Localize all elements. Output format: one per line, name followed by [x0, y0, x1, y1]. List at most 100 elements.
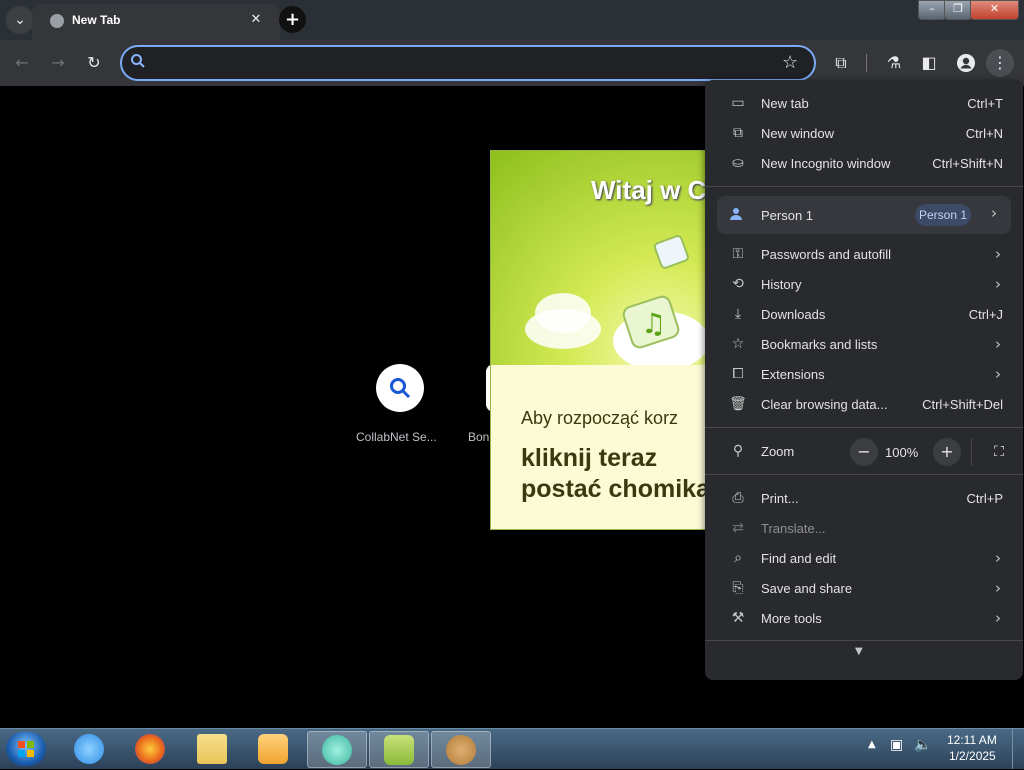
- new-tab-button[interactable]: +: [279, 6, 306, 33]
- popup-text: Aby rozpocząć korz: [521, 408, 679, 428]
- zoom-out-button[interactable]: −: [850, 438, 878, 466]
- menu-item-label: Passwords and autofill: [761, 247, 892, 262]
- menu-item-print[interactable]: ⎙ Print... Ctrl+P: [705, 484, 1023, 514]
- popup-cta-line: postać chomika: [521, 475, 710, 503]
- menu-item-label: New Incognito window: [761, 156, 891, 171]
- chevron-down-icon: ⌄: [14, 12, 26, 28]
- shortcut-tile[interactable]: [376, 364, 424, 412]
- menu-expand-icon[interactable]: ▼: [855, 646, 863, 657]
- trash-icon: 🗑: [729, 396, 747, 412]
- menu-divider: [705, 640, 1023, 641]
- menu-item-translate: ⇄ Translate...: [705, 514, 1023, 544]
- clock-time[interactable]: 12:11 AM: [947, 733, 997, 747]
- profile-avatar-icon[interactable]: [952, 49, 980, 77]
- menu-divider: [705, 186, 1023, 187]
- menu-item-label: Extensions: [761, 367, 825, 382]
- shortcut-label: CollabNet Se...: [356, 430, 437, 444]
- address-input[interactable]: [156, 49, 760, 79]
- menu-item-find-and-edit[interactable]: ⌕ Find and edit ›: [705, 544, 1023, 574]
- puzzle-icon: ⧠: [732, 366, 744, 382]
- app-icon: [322, 734, 352, 765]
- maximize-button[interactable]: ❐: [944, 0, 972, 20]
- new-window-icon: ⧉: [733, 125, 743, 141]
- reload-button[interactable]: ↻: [81, 50, 107, 76]
- side-panel-icon[interactable]: ◧: [915, 49, 943, 77]
- popup-banner: ♫ Witaj w Ch: [491, 151, 721, 365]
- welcome-popup[interactable]: ♫ Witaj w Ch Aby rozpocząć korz kliknij …: [490, 150, 722, 530]
- menu-divider: [705, 474, 1023, 475]
- extensions-puzzle-icon[interactable]: ⧉: [827, 49, 855, 77]
- taskbar-app-firefox[interactable]: [121, 731, 179, 766]
- chevron-right-icon: ›: [995, 365, 1001, 383]
- taskbar-app-media-player[interactable]: [244, 731, 302, 766]
- taskbar: ▲ ▣ 🔈 12:11 AM 1/2/2025: [0, 728, 1024, 769]
- tab-title: New Tab: [72, 13, 121, 27]
- person-icon: [729, 206, 743, 225]
- chevron-right-icon: ›: [995, 579, 1001, 597]
- menu-item-label: Print...: [761, 491, 799, 506]
- popup-cta[interactable]: kliknij teraz postać chomika: [521, 443, 710, 505]
- search-icon: [130, 53, 146, 73]
- history-icon: ⟲: [732, 276, 744, 292]
- key-icon: ⚿: [732, 246, 744, 262]
- menu-item-label: Downloads: [761, 307, 826, 322]
- chevron-right-icon: ›: [995, 245, 1001, 263]
- clock-date[interactable]: 1/2/2025: [949, 749, 996, 763]
- tab-new-tab[interactable]: New Tab ✕: [32, 4, 280, 40]
- taskbar-app-hamster-box[interactable]: [369, 731, 429, 768]
- plus-icon: +: [284, 9, 301, 30]
- menu-item-clear-browsing-data[interactable]: 🗑 Clear browsing data... Ctrl+Shift+Del: [705, 390, 1023, 420]
- save-icon: ⎘: [732, 580, 744, 596]
- taskbar-app-internet-explorer[interactable]: [60, 731, 118, 766]
- chevron-right-icon: ›: [991, 204, 997, 222]
- menu-item-save-and-share[interactable]: ⎘ Save and share ›: [705, 574, 1023, 604]
- labs-flask-icon[interactable]: ⚗: [880, 49, 908, 77]
- menu-kebab-icon[interactable]: ⋮: [986, 49, 1014, 77]
- taskbar-app-file-explorer[interactable]: [183, 731, 241, 766]
- hamster-box-icon: [384, 734, 414, 765]
- menu-item-bookmarks-and-lists[interactable]: ☆ Bookmarks and lists ›: [705, 330, 1023, 360]
- hamster-icon: [446, 734, 476, 765]
- taskbar-app-hamster[interactable]: [431, 731, 491, 768]
- menu-item-label: History: [761, 277, 802, 292]
- star-icon: ☆: [731, 336, 745, 352]
- zoom-in-button[interactable]: +: [933, 438, 961, 466]
- show-hidden-icons-icon[interactable]: ▲: [868, 739, 876, 750]
- chevron-right-icon: ›: [995, 609, 1001, 627]
- forward-button[interactable]: →: [45, 50, 71, 76]
- tab-search-button[interactable]: ⌄: [6, 6, 34, 34]
- media-player-icon: [258, 733, 288, 764]
- popup-title: Witaj w Ch: [591, 175, 722, 205]
- menu-item-shortcut: Ctrl+Shift+N: [932, 156, 1003, 171]
- menu-item-passwords-and-autofill[interactable]: ⚿ Passwords and autofill ›: [705, 240, 1023, 270]
- menu-item-new-window[interactable]: ⧉ New window Ctrl+N: [705, 119, 1023, 149]
- menu-item-new-incognito-window[interactable]: ⛀ New Incognito window Ctrl+Shift+N: [705, 149, 1023, 179]
- menu-item-history[interactable]: ⟲ History ›: [705, 270, 1023, 300]
- menu-item-new-tab[interactable]: ▭ New tab Ctrl+T: [705, 89, 1023, 119]
- bookmark-star-icon[interactable]: ☆: [782, 52, 798, 73]
- internet-explorer-icon: [74, 733, 104, 764]
- start-button[interactable]: [6, 732, 46, 766]
- menu-item-label: Translate...: [761, 521, 826, 536]
- back-button[interactable]: ←: [9, 50, 35, 76]
- tab-close-icon[interactable]: ✕: [246, 10, 266, 30]
- address-bar[interactable]: ☆: [120, 45, 816, 81]
- new-tab-icon: ▭: [731, 95, 745, 111]
- menu-item-person[interactable]: Person 1 Person 1 ›: [717, 196, 1011, 234]
- menu-item-label: Bookmarks and lists: [761, 337, 878, 352]
- volume-muted-icon[interactable]: 🔈: [914, 737, 931, 753]
- show-desktop-button[interactable]: [1012, 729, 1024, 769]
- title-bar: ⌄ New Tab ✕ + – ❐ ✕: [0, 0, 1024, 40]
- menu-item-extensions[interactable]: ⧠ Extensions ›: [705, 360, 1023, 390]
- fullscreen-icon[interactable]: ⛶: [985, 438, 1013, 466]
- globe-icon: [50, 14, 64, 28]
- taskbar-app-chrome[interactable]: [307, 731, 367, 768]
- incognito-icon: ⛀: [732, 155, 744, 171]
- menu-item-label: More tools: [761, 611, 822, 626]
- zoom-value: 100%: [885, 445, 919, 460]
- minimize-button[interactable]: –: [918, 0, 946, 20]
- menu-item-downloads[interactable]: ⤓ Downloads Ctrl+J: [705, 300, 1023, 330]
- menu-item-more-tools[interactable]: ⚒ More tools ›: [705, 604, 1023, 634]
- close-window-button[interactable]: ✕: [970, 0, 1019, 20]
- network-icon[interactable]: ▣: [890, 737, 903, 753]
